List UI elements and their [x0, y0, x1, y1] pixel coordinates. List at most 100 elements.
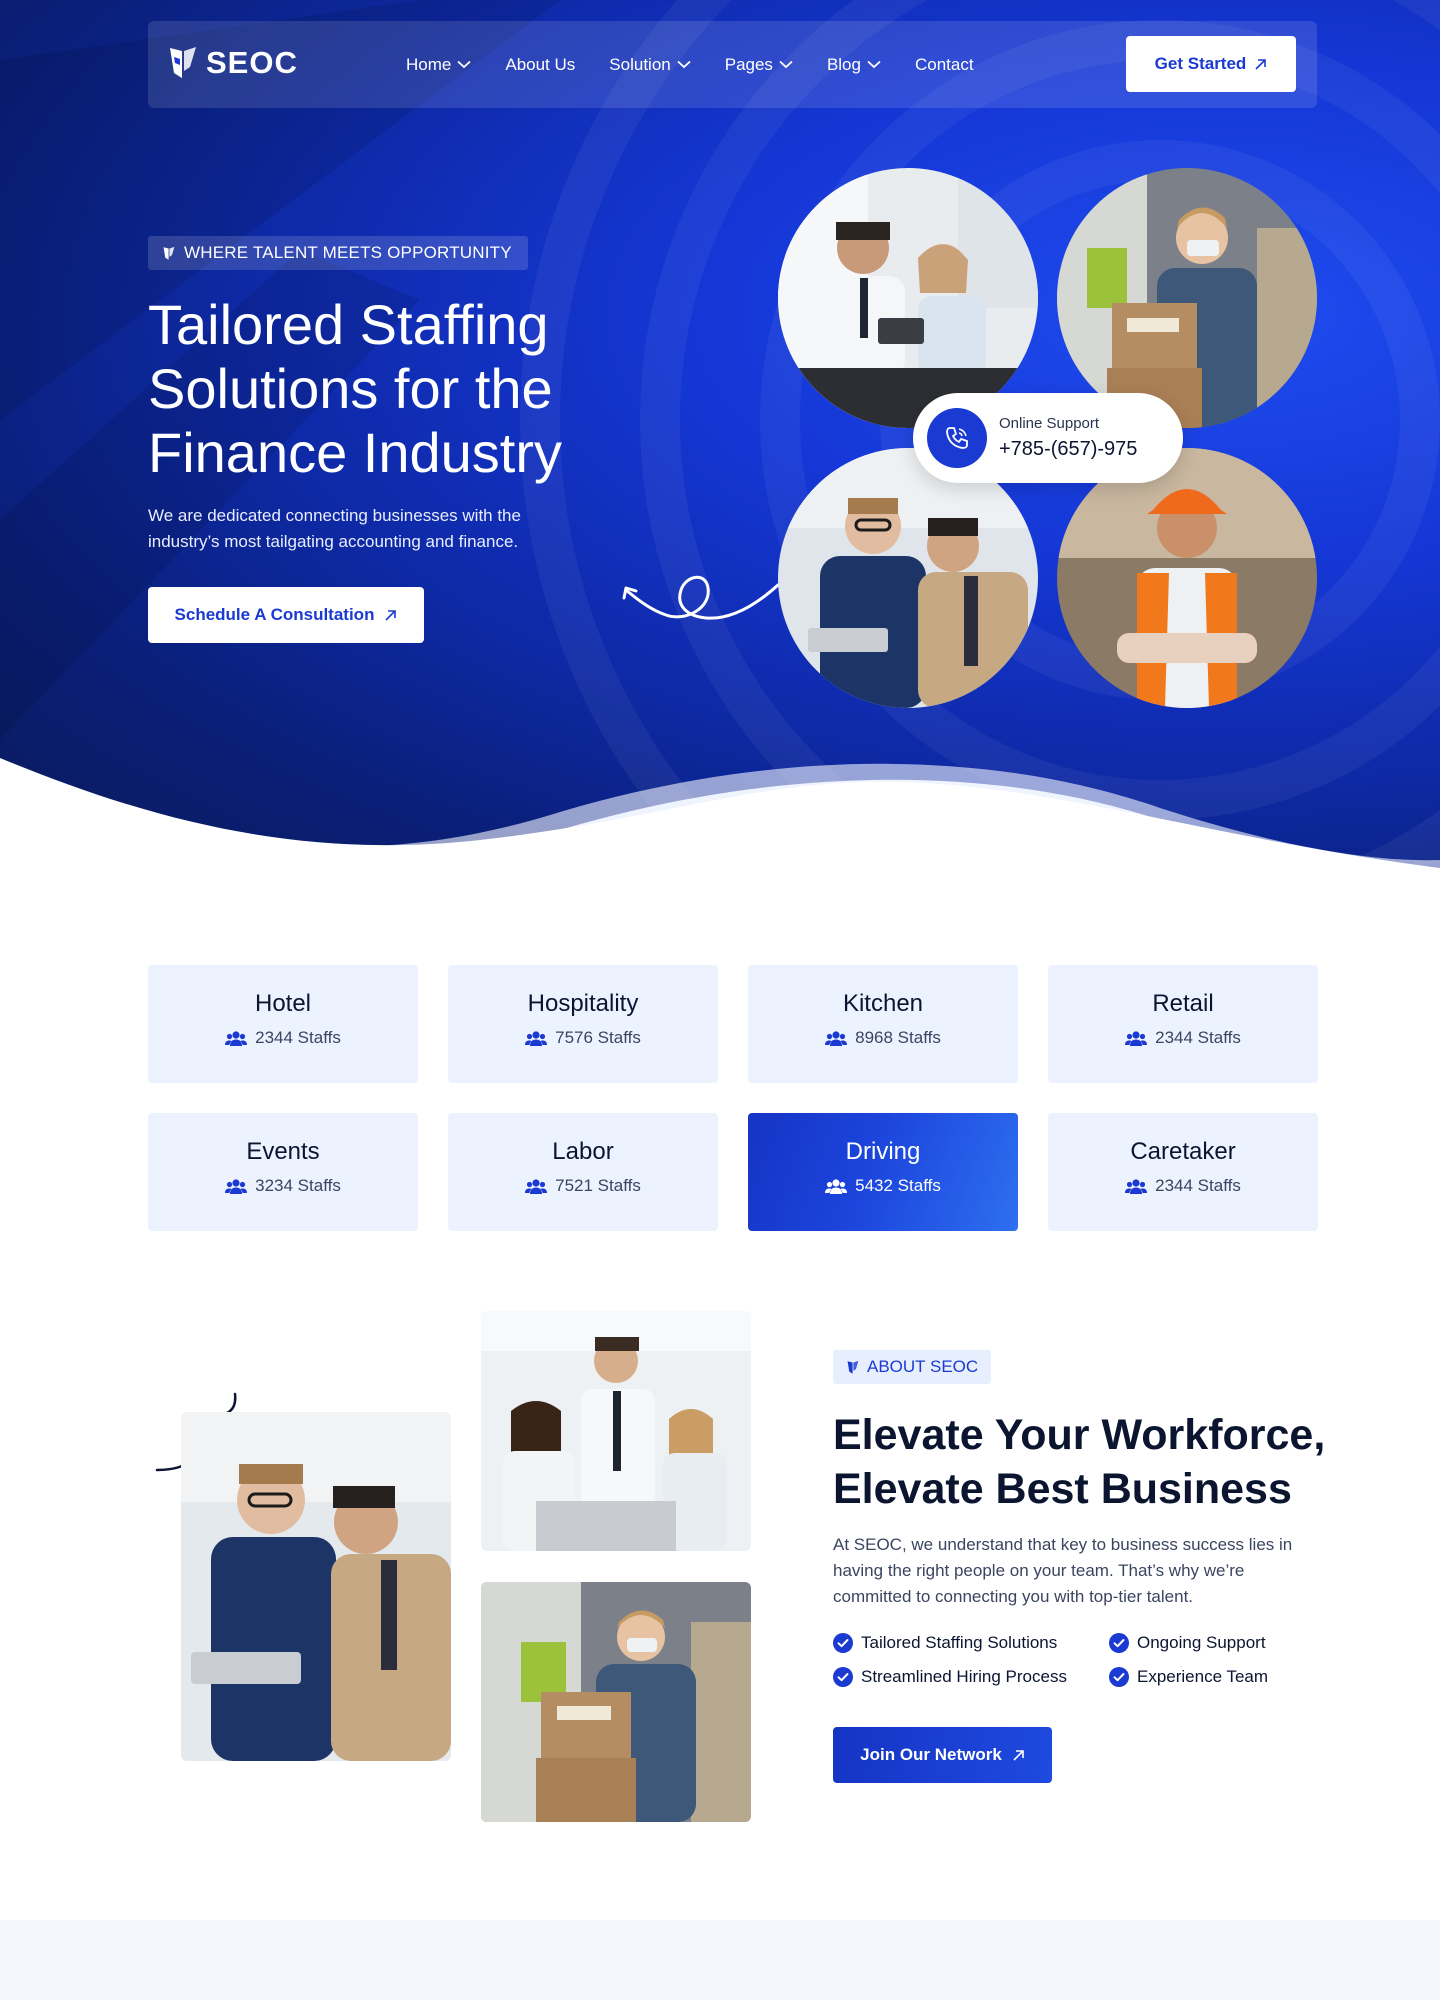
chevron-down-icon — [779, 60, 793, 69]
join-network-label: Join Our Network — [860, 1745, 1002, 1764]
category-title: Labor — [552, 1138, 614, 1165]
feature-label: Streamlined Hiring Process — [861, 1667, 1067, 1686]
schedule-consultation-button[interactable]: Schedule A Consultation — [148, 587, 424, 643]
arrow-up-right-icon — [1013, 1749, 1024, 1761]
hero-description: We are dedicated connecting businesses w… — [148, 506, 521, 551]
check-circle-icon — [1109, 1667, 1129, 1687]
category-title: Events — [246, 1138, 320, 1165]
chevron-down-icon — [457, 60, 471, 69]
seoc-logo-icon — [163, 246, 175, 260]
category-count: 2344 Staffs — [1048, 1028, 1318, 1048]
feature-list: Tailored Staffing Solutions Ongoing Supp… — [833, 1633, 1293, 1687]
people-icon — [1125, 1179, 1148, 1194]
seoc-logo-icon — [170, 47, 196, 78]
brand-logo[interactable]: SEOC — [168, 45, 298, 81]
about-photo-delivery-worker — [481, 1582, 751, 1822]
category-card-kitchen[interactable]: Kitchen 8968 Staffs — [748, 965, 1018, 1083]
category-count-text: 8968 Staffs — [855, 1028, 941, 1047]
get-started-button[interactable]: Get Started — [1126, 36, 1296, 92]
category-count-text: 7521 Staffs — [555, 1176, 641, 1195]
people-icon — [525, 1031, 548, 1046]
arrow-up-right-icon — [385, 609, 397, 621]
feature-item: Tailored Staffing Solutions — [833, 1633, 1109, 1653]
category-card-retail[interactable]: Retail 2344 Staffs — [1048, 965, 1318, 1083]
nav-item-label: Solution — [609, 54, 671, 74]
nav-item-pages[interactable]: Pages — [725, 55, 793, 75]
nav-item-label: Home — [406, 54, 452, 74]
arrow-up-right-icon — [1255, 58, 1267, 70]
category-count: 2344 Staffs — [148, 1028, 418, 1048]
category-card-events[interactable]: Events 3234 Staffs — [148, 1113, 418, 1231]
category-count-text: 7576 Staffs — [555, 1028, 641, 1047]
category-title: Hotel — [254, 990, 312, 1017]
about-description: At SEOC, we understand that key to busin… — [833, 1535, 1293, 1606]
category-count-text: 2344 Staffs — [255, 1028, 341, 1047]
people-icon — [525, 1179, 548, 1194]
feature-item: Ongoing Support — [1109, 1633, 1293, 1653]
top-navbar: SEOC Home About Us Solution Pages Blog C… — [148, 21, 1317, 108]
category-count-text: 3234 Staffs — [255, 1176, 341, 1195]
online-support-label: Online Support — [999, 415, 1100, 432]
category-card-hospitality[interactable]: Hospitality 7576 Staffs — [448, 965, 718, 1083]
hero-photo-construction-worker — [1057, 448, 1317, 708]
schedule-consultation-label: Schedule A Consultation — [174, 605, 375, 624]
nav-item-contact[interactable]: Contact — [915, 55, 974, 75]
category-title: Kitchen — [842, 990, 924, 1017]
hero-tag-text: WHERE TALENT MEETS OPPORTUNITY — [184, 243, 512, 262]
nav-item-label: About Us — [505, 54, 576, 74]
nav-item-solution[interactable]: Solution — [609, 54, 691, 75]
category-count: 3234 Staffs — [148, 1176, 418, 1196]
about-title: Elevate Your Workforce, Elevate Best Bus… — [833, 1411, 1326, 1513]
category-count: 2344 Staffs — [1048, 1176, 1318, 1196]
about-photo-colleagues — [181, 1412, 451, 1761]
people-icon — [1125, 1031, 1148, 1046]
seoc-logo-icon — [847, 1360, 859, 1374]
online-support-card[interactable]: Online Support +785-(657)-975 — [913, 393, 1183, 483]
category-title: Driving — [845, 1138, 921, 1165]
feature-item: Experience Team — [1109, 1667, 1293, 1687]
category-count: 7576 Staffs — [448, 1028, 718, 1048]
hero-photo-delivery-worker — [1057, 168, 1317, 428]
category-count: 5432 Staffs — [748, 1176, 1018, 1196]
people-icon — [225, 1031, 248, 1046]
category-card-driving[interactable]: Driving 5432 Staffs — [748, 1113, 1018, 1231]
curly-arrow-decoration — [622, 575, 780, 620]
feature-label: Ongoing Support — [1137, 1633, 1266, 1652]
nav-item-home[interactable]: Home — [406, 55, 471, 75]
category-title: Retail — [1152, 990, 1214, 1017]
next-section-band — [0, 1920, 1440, 2000]
category-card-labor[interactable]: Labor 7521 Staffs — [448, 1113, 718, 1231]
support-phone-number[interactable]: +785-(657)-975 — [999, 438, 1137, 461]
people-icon — [825, 1031, 848, 1046]
category-count-text: 2344 Staffs — [1155, 1176, 1241, 1195]
hero-section: SEOC Home About Us Solution Pages Blog C… — [0, 0, 1440, 900]
category-count: 8968 Staffs — [748, 1028, 1018, 1048]
people-icon — [225, 1179, 248, 1194]
people-icon — [825, 1179, 848, 1194]
nav-item-label: Contact — [914, 54, 974, 74]
about-tag: ABOUT SEOC — [833, 1350, 992, 1384]
feature-label: Experience Team — [1137, 1667, 1269, 1686]
nav-item-label: Pages — [724, 54, 773, 74]
get-started-label: Get Started — [1154, 54, 1247, 73]
category-title: Hospitality — [527, 990, 639, 1017]
hero-tag: WHERE TALENT MEETS OPPORTUNITY — [148, 236, 528, 270]
brand-name: SEOC — [206, 45, 298, 80]
category-title: Caretaker — [1130, 1138, 1236, 1165]
phone-icon — [927, 408, 987, 468]
check-circle-icon — [1109, 1633, 1129, 1653]
category-card-hotel[interactable]: Hotel 2344 Staffs — [148, 965, 418, 1083]
nav-item-about-us[interactable]: About Us — [505, 55, 575, 75]
category-count: 7521 Staffs — [448, 1176, 718, 1196]
join-network-button[interactable]: Join Our Network — [833, 1727, 1052, 1783]
category-count-text: 2344 Staffs — [1155, 1028, 1241, 1047]
main-menu: Home About Us Solution Pages Blog Contac… — [406, 21, 974, 108]
about-tag-text: ABOUT SEOC — [867, 1357, 979, 1376]
check-circle-icon — [833, 1667, 853, 1687]
category-card-caretaker[interactable]: Caretaker 2344 Staffs — [1048, 1113, 1318, 1231]
category-count-text: 5432 Staffs — [855, 1176, 941, 1195]
chevron-down-icon — [677, 60, 691, 69]
hero-photo-business-meeting — [778, 168, 1038, 428]
nav-item-blog[interactable]: Blog — [827, 55, 881, 75]
feature-item: Streamlined Hiring Process — [833, 1667, 1109, 1687]
